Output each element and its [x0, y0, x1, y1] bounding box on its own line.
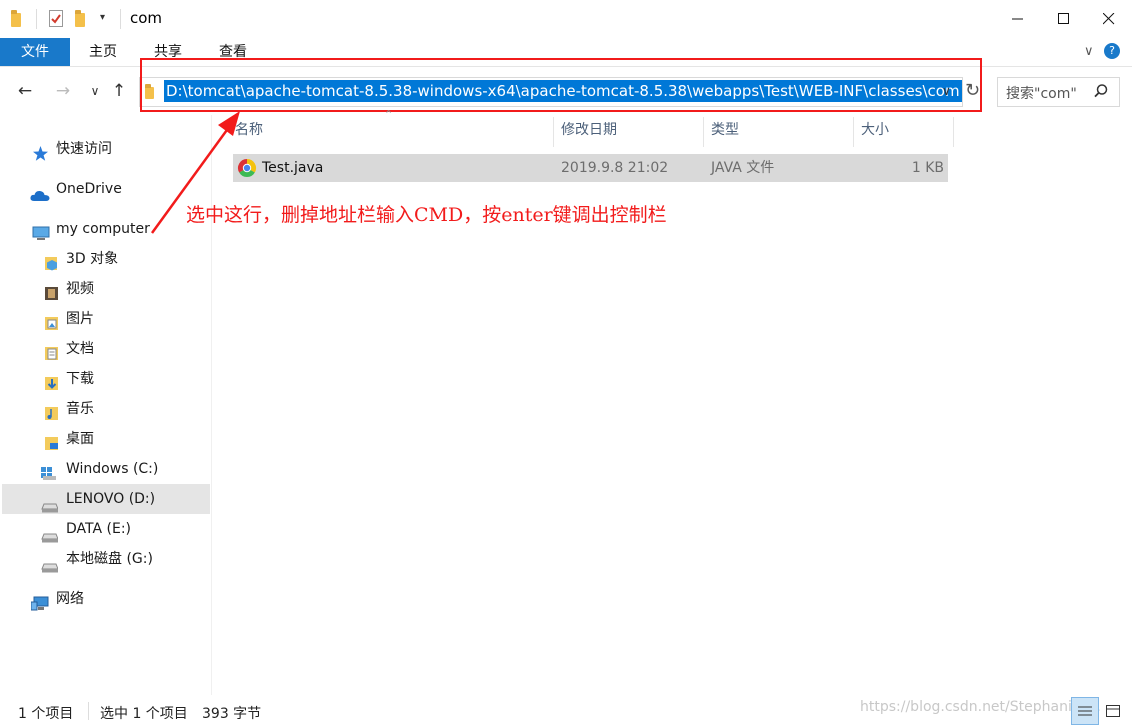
drive-icon [40, 494, 59, 513]
documents-icon [44, 342, 59, 360]
back-button[interactable]: ← [14, 80, 36, 102]
large-icons-view-button[interactable] [1099, 697, 1127, 725]
sidebar-item-videos[interactable]: 视频 [0, 274, 210, 304]
computer-icon [32, 222, 50, 240]
maximize-button[interactable] [1041, 0, 1087, 38]
recent-locations-button[interactable]: ∨ [84, 80, 106, 102]
help-icon[interactable]: ? [1104, 43, 1120, 59]
expand-ribbon-icon[interactable]: ∨ [1084, 44, 1094, 59]
status-item-count: 1 个项目 [18, 706, 74, 722]
sidebar-item-documents[interactable]: 文档 [0, 334, 210, 364]
sidebar-item-lenovo-d[interactable]: LENOVO (D:) [0, 484, 210, 514]
sidebar-item-network[interactable]: 网络 [0, 584, 210, 614]
file-size: 1 KB [911, 160, 944, 176]
sidebar-item-label: DATA (E:) [66, 521, 132, 537]
divider [36, 9, 37, 29]
file-type: JAVA 文件 [711, 160, 775, 176]
music-icon [44, 402, 59, 420]
star-icon [33, 142, 48, 161]
annotation-highlight-box [140, 58, 982, 112]
drive-icon [40, 554, 59, 573]
sidebar-item-label: Windows (C:) [66, 461, 159, 477]
column-header-modified[interactable]: 修改日期 [561, 117, 617, 143]
sidebar-item-music[interactable]: 音乐 [0, 394, 210, 424]
search-icon[interactable] [1094, 84, 1108, 102]
sidebar-item-label: 文档 [66, 341, 94, 357]
annotation-text: 选中这行，删掉地址栏输入CMD，按enter键调出控制栏 [186, 204, 667, 226]
sidebar-item-label: my computer [56, 221, 150, 237]
sidebar-item-label: 桌面 [66, 431, 94, 447]
column-header-type[interactable]: 类型 [711, 117, 739, 143]
column-divider[interactable] [853, 117, 854, 147]
sidebar-item-data-e[interactable]: DATA (E:) [0, 514, 210, 544]
properties-icon[interactable] [49, 10, 63, 27]
column-divider[interactable] [953, 117, 954, 147]
title-bar: ▾ com [0, 0, 1132, 38]
column-divider[interactable] [553, 117, 554, 147]
column-header-size[interactable]: 大小 [861, 117, 889, 143]
close-button[interactable] [1086, 0, 1132, 38]
sidebar-item-label: 3D 对象 [66, 251, 119, 267]
network-icon [30, 592, 49, 611]
new-folder-icon[interactable] [75, 9, 89, 27]
window-title: com [130, 9, 163, 27]
sort-indicator-icon: ⌃ [384, 108, 394, 121]
video-icon [44, 282, 59, 300]
sidebar-item-local-disk-g[interactable]: 本地磁盘 (G:) [0, 544, 210, 574]
sidebar-item-label: 快速访问 [56, 141, 112, 157]
sidebar-item-label: OneDrive [56, 181, 122, 197]
sidebar-item-downloads[interactable]: 下载 [0, 364, 210, 394]
desktop-icon [44, 432, 59, 450]
up-button[interactable]: ↑ [108, 80, 130, 102]
sidebar-item-pictures[interactable]: 图片 [0, 304, 210, 334]
tab-file[interactable]: 文件 [0, 38, 70, 67]
folder-icon [11, 9, 25, 27]
details-view-button[interactable] [1071, 697, 1099, 725]
status-selection-size: 393 字节 [202, 706, 262, 722]
column-divider[interactable] [703, 117, 704, 147]
divider [120, 9, 121, 29]
sidebar-item-desktop[interactable]: 桌面 [0, 424, 210, 454]
divider [88, 702, 89, 720]
downloads-icon [44, 372, 59, 390]
sidebar-item-label: 视频 [66, 281, 94, 297]
watermark: https://blog.csdn.net/Stephanie_... [860, 699, 1101, 715]
sidebar-item-3d-objects[interactable]: 3D 对象 [0, 244, 210, 274]
sidebar-item-label: 网络 [56, 591, 84, 607]
minimize-button[interactable] [995, 0, 1041, 38]
customize-quick-access-icon[interactable]: ▾ [100, 12, 105, 23]
tab-home[interactable]: 主页 [78, 38, 128, 67]
drive-icon [40, 524, 59, 543]
sidebar-item-windows-c[interactable]: Windows (C:) [0, 454, 210, 484]
file-modified: 2019.9.8 21:02 [561, 160, 669, 176]
cloud-icon [30, 183, 50, 201]
sidebar-item-label: 音乐 [66, 401, 94, 417]
windows-drive-icon [40, 462, 56, 480]
3d-objects-icon [44, 252, 59, 271]
sidebar-item-label: 本地磁盘 (G:) [66, 551, 153, 567]
status-selection: 选中 1 个项目 [100, 706, 188, 722]
sidebar-item-label: LENOVO (D:) [66, 491, 156, 507]
pictures-icon [44, 312, 59, 330]
search-input[interactable]: 搜索"com" [1006, 83, 1077, 103]
forward-button[interactable]: → [52, 80, 74, 102]
sidebar-item-label: 图片 [66, 311, 94, 327]
sidebar-item-label: 下载 [66, 371, 94, 387]
